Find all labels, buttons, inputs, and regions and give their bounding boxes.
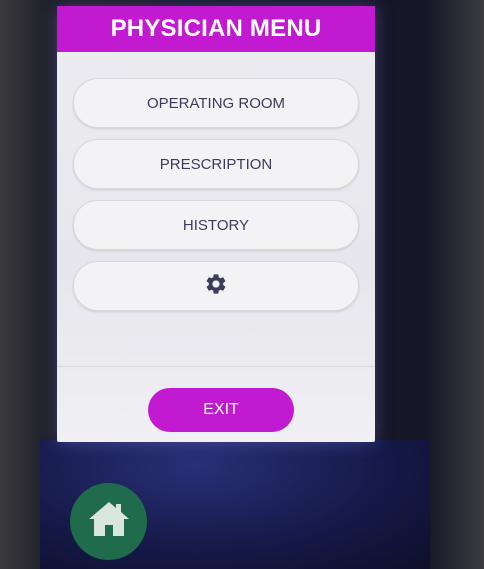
gear-icon [204, 272, 228, 300]
settings-button[interactable] [73, 261, 359, 311]
operating-room-button[interactable]: OPERATING ROOM [73, 78, 359, 128]
page-title: PHYSICIAN MENU [57, 6, 375, 52]
prescription-button[interactable]: PRESCRIPTION [73, 139, 359, 189]
history-button[interactable]: HISTORY [73, 200, 359, 250]
exit-button[interactable]: EXIT [148, 388, 294, 432]
home-icon [87, 499, 131, 544]
home-button[interactable] [70, 483, 147, 560]
touch-screen: PHYSICIAN MENU OPERATING ROOM PRESCRIPTI… [57, 6, 375, 442]
footer-divider [57, 366, 375, 367]
